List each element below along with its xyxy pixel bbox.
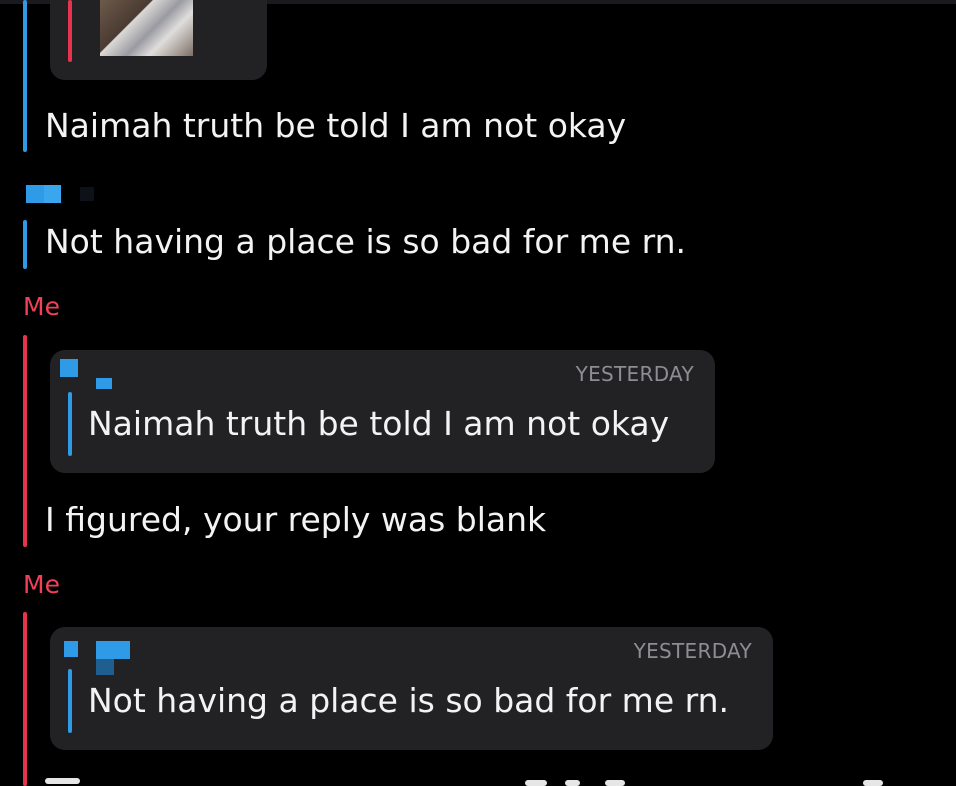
received-bar: [23, 220, 27, 269]
quoted-text: Naimah truth be told I am not okay: [88, 404, 670, 443]
quoted-text: Not having a place is so bad for me rn.: [88, 681, 730, 720]
redacted-pixel: [96, 378, 112, 389]
quote-timestamp: YESTERDAY: [575, 362, 694, 386]
sent-bar: [23, 335, 27, 547]
quoted-message-card[interactable]: YESTERDAY Naimah truth be told I am not …: [50, 350, 715, 473]
next-message-clipped: [45, 778, 885, 786]
quote-bar: [68, 392, 72, 456]
redacted-avatar: [64, 641, 78, 657]
message-text: Not having a place is so bad for me rn.: [45, 222, 687, 261]
sent-bar: [23, 612, 27, 786]
quote-bar: [68, 669, 72, 733]
sender-label: Me: [23, 570, 60, 599]
photo-thumbnail[interactable]: [100, 0, 193, 56]
redacted-pixel: [96, 659, 114, 675]
sender-label: Me: [23, 292, 60, 321]
redacted-pixel: [96, 641, 130, 659]
message-text: Naimah truth be told I am not okay: [45, 106, 627, 145]
quote-bar: [68, 0, 72, 62]
redacted-pixel: [44, 185, 61, 203]
quoted-message-card[interactable]: YESTERDAY Not having a place is so bad f…: [50, 627, 773, 750]
redacted-pixel: [80, 187, 94, 201]
quoted-photo-card[interactable]: [50, 0, 267, 80]
quote-timestamp: YESTERDAY: [633, 639, 752, 663]
message-text: I figured, your reply was blank: [45, 500, 547, 539]
redacted-avatar: [60, 359, 78, 377]
received-bar: [23, 0, 27, 152]
